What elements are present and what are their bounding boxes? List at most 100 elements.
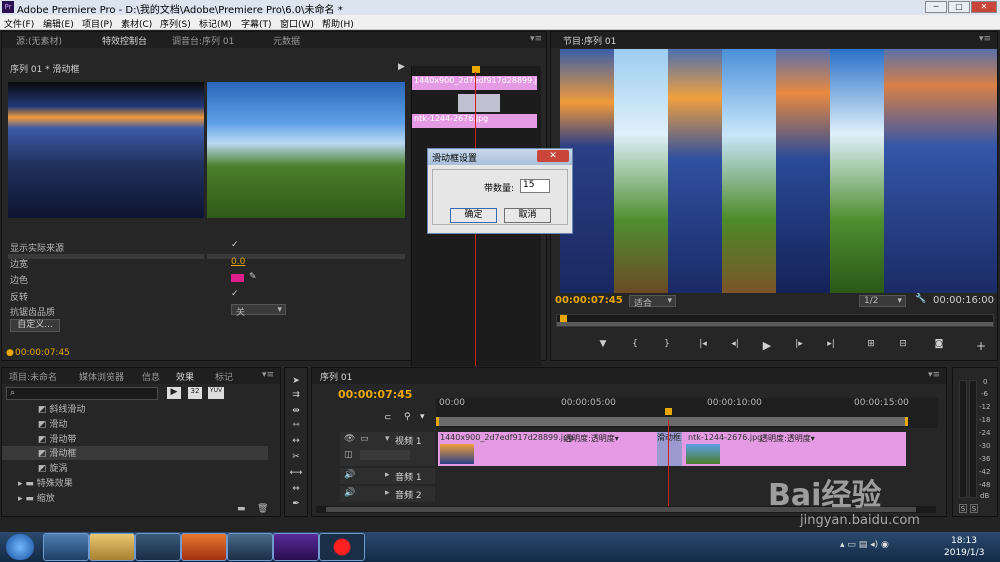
expand-icon[interactable]: ▾ bbox=[385, 434, 390, 444]
time-ruler[interactable]: 00:00 00:00:05:00 00:00:10:00 00:00:15:0… bbox=[436, 398, 938, 428]
expand-icon[interactable]: ▸ bbox=[385, 470, 390, 480]
border-width-value[interactable]: 0.0 bbox=[231, 257, 245, 267]
minimize-button[interactable]: ─ bbox=[925, 1, 947, 13]
list-item[interactable]: ◩ 旋涡 bbox=[38, 461, 67, 474]
timeline-timecode[interactable]: 00:00:07:45 bbox=[338, 388, 412, 401]
menu-clip[interactable]: 素材(C) bbox=[121, 17, 152, 30]
menu-title[interactable]: 字幕(T) bbox=[241, 17, 272, 30]
selection-tool-icon[interactable]: ➤ bbox=[289, 376, 303, 386]
program-playhead-marker[interactable] bbox=[560, 315, 567, 322]
taskbar-premiere-icon[interactable] bbox=[273, 533, 319, 561]
tab-source[interactable]: 源:(无素材) bbox=[16, 34, 62, 47]
taskbar-refresh-icon[interactable] bbox=[43, 533, 89, 561]
menu-edit[interactable]: 编辑(E) bbox=[43, 17, 74, 30]
slide-tool-icon[interactable]: ⇔ bbox=[289, 484, 303, 494]
speaker-icon[interactable]: 🔊 bbox=[344, 470, 355, 480]
menu-file[interactable]: 文件(F) bbox=[4, 17, 34, 30]
list-item[interactable]: ◩ 斜线滑动 bbox=[38, 402, 85, 415]
tab-effects[interactable]: 效果 bbox=[176, 370, 194, 383]
program-scrub-bar[interactable] bbox=[556, 314, 994, 327]
tab-project[interactable]: 项目:未命名 bbox=[9, 370, 57, 383]
panel-menu-icon[interactable]: ▾≡ bbox=[530, 34, 542, 44]
go-to-in-icon[interactable]: |◂ bbox=[691, 339, 715, 349]
dialog-close-icon[interactable]: ✕ bbox=[537, 150, 569, 162]
timeline-playhead-marker[interactable] bbox=[665, 408, 672, 415]
show-source-checkbox[interactable]: ✓ bbox=[231, 240, 239, 250]
folder-item[interactable]: ▸ ▬ 特殊效果 bbox=[18, 476, 73, 489]
go-to-out-icon[interactable]: ▸| bbox=[819, 339, 843, 349]
delete-icon[interactable]: 🗑 bbox=[257, 504, 268, 514]
mini-transition[interactable] bbox=[458, 94, 500, 112]
slip-tool-icon[interactable]: ⟷ bbox=[289, 468, 303, 478]
maximize-button[interactable]: □ bbox=[948, 1, 970, 13]
taskbar-explorer-icon[interactable] bbox=[89, 533, 135, 561]
menu-marker[interactable]: 标记(M) bbox=[199, 17, 232, 30]
ripple-edit-tool-icon[interactable]: ⇹ bbox=[289, 406, 303, 416]
tray-date[interactable]: 2019/1/3 bbox=[944, 548, 984, 558]
panel-menu-icon[interactable]: ▾≡ bbox=[262, 370, 274, 380]
menu-sequence[interactable]: 序列(S) bbox=[160, 17, 191, 30]
solo-left-button[interactable]: S bbox=[959, 504, 967, 513]
band-count-input[interactable]: 15 bbox=[520, 179, 550, 193]
solo-right-button[interactable]: S bbox=[970, 504, 978, 513]
razor-tool-icon[interactable]: ✂ bbox=[289, 452, 303, 462]
yuv-effects-icon[interactable]: YUV bbox=[208, 387, 224, 399]
preview-a-slider[interactable] bbox=[8, 254, 204, 259]
reverse-checkbox[interactable]: ✓ bbox=[231, 289, 239, 299]
tab-media-browser[interactable]: 媒体浏览器 bbox=[79, 370, 124, 383]
custom-button[interactable]: 自定义... bbox=[10, 319, 60, 332]
tray-icons[interactable]: ▴ ▭ ▤ ◂) ◉ bbox=[840, 540, 889, 550]
add-marker-small-icon[interactable]: ▾ bbox=[420, 412, 425, 422]
ok-button[interactable]: 确定 bbox=[450, 208, 497, 223]
menu-help[interactable]: 帮助(H) bbox=[322, 17, 354, 30]
keyframe-nav[interactable] bbox=[360, 450, 410, 460]
rolling-edit-tool-icon[interactable]: ⇿ bbox=[289, 420, 303, 430]
camera-icon[interactable]: ◙ bbox=[927, 339, 951, 349]
pen-tool-icon[interactable]: ✒ bbox=[289, 499, 303, 509]
new-bin-icon[interactable]: ▬ bbox=[237, 504, 246, 514]
close-button[interactable]: ✕ bbox=[971, 1, 997, 13]
rate-stretch-tool-icon[interactable]: ↔ bbox=[289, 436, 303, 446]
effect-timecode-value[interactable]: 00:00:07:45 bbox=[15, 348, 70, 358]
play-icon[interactable]: ▶ bbox=[755, 339, 779, 352]
32bit-effects-icon[interactable]: 32 bbox=[188, 387, 202, 399]
step-back-icon[interactable]: ◂| bbox=[723, 339, 747, 349]
clip-a[interactable]: 1440x900_2d7edf917d28899.jpg 透明度:透明度▾ bbox=[438, 432, 660, 466]
tab-sequence[interactable]: 序列 01 bbox=[320, 370, 352, 383]
cancel-button[interactable]: 取消 bbox=[504, 208, 551, 223]
search-input[interactable]: ⌕ bbox=[6, 387, 158, 400]
fit-dropdown[interactable]: 适合 ▾ bbox=[629, 295, 676, 309]
marker-icon[interactable]: ⚲ bbox=[404, 412, 411, 422]
tab-program[interactable]: 节目:序列 01 bbox=[563, 34, 616, 47]
lift-icon[interactable]: ⊞ bbox=[859, 339, 883, 349]
accelerated-effects-icon[interactable]: ▶ bbox=[167, 387, 181, 399]
resolution-dropdown[interactable]: 1/2 ▾ bbox=[859, 295, 906, 307]
taskbar-record-icon[interactable] bbox=[319, 533, 365, 561]
tab-effect-controls[interactable]: 特效控制台 bbox=[102, 34, 147, 47]
play-transition-icon[interactable]: ▶ bbox=[398, 62, 405, 72]
taskbar-firefox-icon[interactable] bbox=[181, 533, 227, 561]
lock-icon[interactable]: ▭ bbox=[360, 434, 369, 444]
mark-out-icon[interactable]: } bbox=[655, 339, 679, 349]
tab-audio-mixer[interactable]: 调音台:序列 01 bbox=[172, 34, 234, 47]
work-area-bar[interactable] bbox=[436, 417, 908, 426]
transition-block[interactable]: 滑动框 bbox=[657, 432, 685, 466]
eye-icon[interactable]: 👁 bbox=[344, 434, 355, 444]
folder-item[interactable]: ▸ ▬ 缩放 bbox=[18, 491, 55, 504]
list-item-selected[interactable]: ◩ 滑动框 bbox=[2, 446, 268, 460]
program-timecode[interactable]: 00:00:07:45 bbox=[555, 295, 623, 306]
speaker-icon[interactable]: 🔊 bbox=[344, 488, 355, 498]
clip-b[interactable]: ntk-1244-2676.jpg 透明度:透明度▾ bbox=[682, 432, 906, 466]
tab-metadata[interactable]: 元数据 bbox=[273, 34, 300, 47]
add-button-icon[interactable]: + bbox=[971, 339, 991, 353]
track-select-tool-icon[interactable]: ⇉ bbox=[289, 390, 303, 400]
step-forward-icon[interactable]: |▸ bbox=[787, 339, 811, 349]
eyedropper-icon[interactable]: ✎ bbox=[249, 272, 257, 282]
tray-clock[interactable]: 18:13 bbox=[951, 536, 977, 546]
snap-icon[interactable]: ⊂ bbox=[384, 413, 392, 423]
start-button[interactable] bbox=[6, 534, 34, 560]
list-item[interactable]: ◩ 滑动带 bbox=[38, 432, 76, 445]
list-item[interactable]: ◩ 滑动 bbox=[38, 417, 67, 430]
taskbar-media-icon[interactable] bbox=[227, 533, 273, 561]
panel-menu-icon[interactable]: ▾≡ bbox=[979, 34, 991, 44]
